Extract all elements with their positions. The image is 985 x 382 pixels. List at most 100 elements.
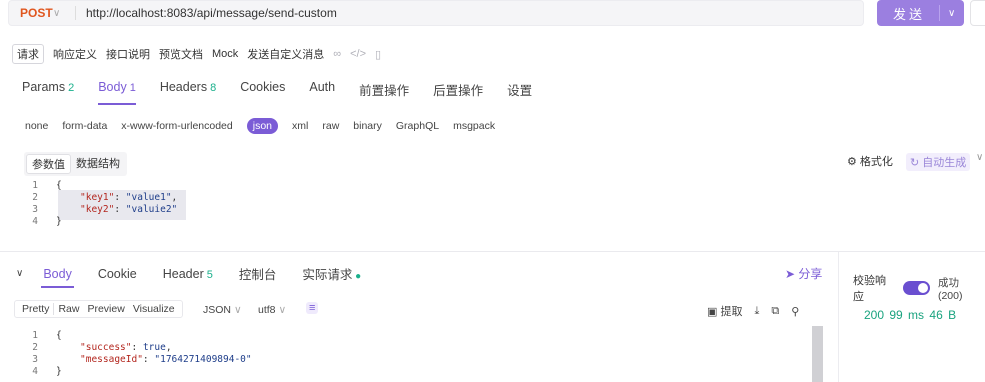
- method-select[interactable]: POST: [9, 6, 53, 20]
- download-icon[interactable]: ⤓: [754, 305, 759, 318]
- chevron-down-icon: ∨: [233, 304, 242, 316]
- search-icon[interactable]: ⚲: [791, 305, 799, 318]
- view-visualize[interactable]: Visualize: [129, 303, 179, 315]
- send-button[interactable]: 发送 ∨: [877, 0, 964, 26]
- code-icon[interactable]: </>: [350, 48, 366, 60]
- tab-count: 8: [210, 82, 217, 94]
- subtab-preview-doc[interactable]: 预览文档: [159, 46, 203, 62]
- view-preview[interactable]: Preview: [83, 303, 128, 315]
- line-number: 1: [32, 180, 38, 191]
- tab-cookies[interactable]: Cookies: [240, 80, 285, 102]
- tab-console[interactable]: 控制台: [239, 264, 277, 283]
- body-type-msgpack[interactable]: msgpack: [453, 120, 495, 132]
- tab-label: Body: [98, 80, 127, 94]
- status-code: 200: [864, 308, 885, 322]
- view-pretty[interactable]: Pretty: [18, 303, 55, 315]
- format-select-value: JSON: [203, 304, 232, 316]
- json-line: "key1": "value1",: [80, 192, 178, 203]
- share-label: 分享: [798, 267, 823, 281]
- encoding-select-value: utf8: [258, 304, 276, 316]
- url-input[interactable]: http://localhost:8083/api/message/send-c…: [86, 6, 337, 20]
- chevron-down-icon: ∨: [278, 304, 287, 316]
- body-type-none[interactable]: none: [25, 120, 48, 132]
- body-type-selector: none form-data x-www-form-urlencoded jso…: [25, 118, 509, 134]
- autogen-button[interactable]: ↻ 自动生成: [906, 153, 971, 171]
- response-status: 200 99 ms 46 B: [864, 308, 956, 322]
- json-key: "key1": [80, 192, 115, 203]
- body-type-json[interactable]: json: [246, 118, 279, 134]
- tab-label: Cookie: [97, 266, 137, 281]
- tab-headers[interactable]: Headers 8: [160, 80, 216, 102]
- autogen-label: 自动生成: [922, 157, 967, 169]
- chevron-down-icon[interactable]: ∨: [976, 152, 983, 163]
- tab-response-header[interactable]: Header 5: [163, 267, 213, 281]
- body-type-xml[interactable]: xml: [292, 120, 308, 132]
- copy-icon[interactable]: ⧉: [771, 305, 779, 318]
- status-dot-icon: ●: [352, 271, 362, 282]
- subtab-request[interactable]: 请求: [12, 44, 44, 64]
- tab-response-body[interactable]: Body: [41, 266, 74, 288]
- scrollbar[interactable]: [812, 326, 823, 382]
- tab-label: Header: [162, 266, 204, 281]
- tab-label: 后置操作: [433, 84, 484, 98]
- extract-icon: ▣: [707, 306, 721, 318]
- panel-icon[interactable]: ▯: [375, 48, 381, 61]
- json-brace: {: [56, 330, 62, 341]
- link-icon[interactable]: ∞: [333, 48, 341, 60]
- encoding-select[interactable]: utf8 ∨: [258, 304, 286, 316]
- tab-body[interactable]: Body 1: [98, 80, 136, 105]
- success-badge: 成功 (200): [937, 276, 963, 302]
- format-label: 格式化: [859, 156, 893, 168]
- extract-button[interactable]: ▣ 提取: [707, 303, 742, 319]
- tab-pre-ops[interactable]: 前置操作: [359, 80, 409, 102]
- subtab-response-def[interactable]: 响应定义: [53, 46, 97, 62]
- view-raw[interactable]: Raw: [54, 303, 83, 315]
- response-view-tabs: Pretty Raw Preview Visualize: [14, 300, 183, 318]
- url-bar[interactable]: POST ∨ http://localhost:8083/api/message…: [8, 0, 864, 26]
- share-icon: ➤: [785, 267, 799, 281]
- tab-label: 设置: [507, 84, 533, 98]
- subtab-api-doc[interactable]: 接口说明: [106, 46, 150, 62]
- tab-param-values[interactable]: 参数值: [26, 154, 71, 174]
- json-key: "success": [80, 342, 132, 353]
- body-type-raw[interactable]: raw: [322, 120, 339, 132]
- json-value: "1764271409894-0": [154, 354, 252, 365]
- tab-params[interactable]: Params 2: [22, 80, 74, 102]
- request-body-editor[interactable]: 1 2 3 4 { "key1": "value1", "key2": "val…: [0, 180, 830, 236]
- save-button[interactable]: [970, 0, 985, 26]
- format-select[interactable]: JSON ∨: [203, 304, 242, 316]
- body-type-form-data[interactable]: form-data: [62, 120, 107, 132]
- line-number: 2: [32, 192, 38, 203]
- response-size: 46 B: [929, 308, 957, 322]
- response-body-editor[interactable]: 1 2 3 4 { "success": true, "messageId": …: [0, 330, 812, 382]
- chevron-down-icon[interactable]: ∨: [940, 8, 955, 19]
- json-line: "messageId": "1764271409894-0": [80, 354, 252, 365]
- share-button[interactable]: ➤ 分享: [785, 265, 822, 282]
- collapse-icon[interactable]: ∨: [16, 268, 23, 279]
- tab-settings[interactable]: 设置: [507, 80, 532, 102]
- format-button[interactable]: ⚙ 格式化: [847, 153, 893, 169]
- subtab-send-custom[interactable]: 发送自定义消息: [247, 46, 324, 62]
- send-label[interactable]: 发送: [877, 4, 939, 23]
- body-type-binary[interactable]: binary: [353, 120, 382, 132]
- json-brace: }: [56, 216, 62, 227]
- request-tabs: Params 2 Body 1 Headers 8 Cookies Auth 前置操作…: [22, 80, 556, 105]
- tab-response-cookie[interactable]: Cookie: [98, 267, 137, 281]
- body-type-graphql[interactable]: GraphQL: [396, 120, 439, 132]
- wrap-icon[interactable]: ≡: [306, 302, 319, 314]
- tab-label: Headers: [159, 80, 208, 94]
- tab-actual-request[interactable]: 实际请求 ●: [302, 264, 361, 283]
- subtab-mock[interactable]: Mock: [212, 48, 238, 60]
- json-value: "valuie2": [125, 204, 178, 215]
- tab-label: 前置操作: [359, 84, 410, 98]
- chevron-down-icon[interactable]: ∨: [53, 8, 75, 19]
- tab-label: Auth: [309, 80, 336, 94]
- tab-post-ops[interactable]: 后置操作: [433, 80, 483, 102]
- verify-toggle[interactable]: [902, 281, 930, 295]
- tab-auth[interactable]: Auth: [309, 80, 335, 102]
- tab-data-structure[interactable]: 数据结构: [71, 154, 125, 174]
- json-key: "messageId": [80, 354, 143, 365]
- body-type-urlencoded[interactable]: x-www-form-urlencoded: [121, 120, 232, 132]
- json-key: "key2": [80, 204, 115, 215]
- tab-label: Body: [43, 266, 72, 281]
